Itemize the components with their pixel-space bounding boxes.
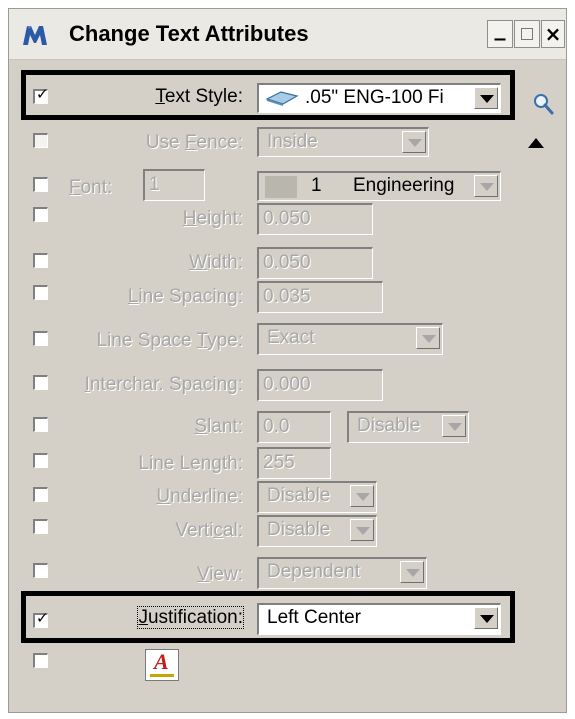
minimize-button[interactable]: _ — [487, 18, 513, 48]
chevron-down-icon[interactable] — [350, 485, 374, 507]
maximize-button[interactable] — [514, 20, 540, 48]
font-label: Font: — [69, 177, 113, 198]
slant-mode-value: Disable — [357, 415, 421, 436]
height-label: Height: — [182, 208, 243, 229]
chevron-down-icon[interactable] — [416, 327, 440, 349]
minimize-icon: _ — [494, 16, 506, 41]
maximize-icon — [521, 28, 533, 40]
use-fence-label: Use Fence: — [145, 132, 243, 153]
vertical-checkbox[interactable] — [33, 519, 48, 534]
use-fence-value: Inside — [267, 131, 318, 152]
width-label: Width: — [189, 252, 243, 273]
slant-label: Slant: — [194, 416, 243, 437]
view-label: View: — [196, 564, 243, 585]
line-space-type-select[interactable]: Exact — [257, 323, 443, 355]
view-value: Dependent — [267, 561, 360, 582]
underline-value: Disable — [267, 485, 331, 506]
change-text-attributes-window: Change Text Attributes _ × ✓ Text Style:… — [8, 8, 567, 713]
width-checkbox[interactable] — [33, 253, 48, 268]
line-space-type-value: Exact — [267, 327, 315, 348]
line-length-label: Line Length: — [138, 453, 243, 474]
chevron-down-icon[interactable] — [402, 131, 426, 153]
microstation-icon — [23, 26, 47, 45]
justification-highlight-frame — [21, 591, 515, 643]
vertical-value: Disable — [267, 519, 331, 540]
chevron-down-icon[interactable] — [442, 415, 466, 437]
font-face-name: Engineering — [353, 175, 455, 196]
triangle-up-icon[interactable] — [527, 137, 545, 149]
vertical-label: Vertical: — [175, 520, 243, 541]
use-fence-checkbox[interactable] — [33, 133, 48, 148]
slant-mode-select[interactable]: Disable — [347, 411, 469, 443]
close-icon: × — [544, 22, 562, 46]
underline-checkbox[interactable] — [33, 487, 48, 502]
interchar-spacing-field[interactable]: 0.000 — [257, 369, 383, 401]
line-spacing-field[interactable]: 0.035 — [257, 281, 383, 313]
height-checkbox[interactable] — [33, 207, 48, 222]
text-attributes-icon[interactable]: A — [145, 649, 179, 681]
use-fence-select[interactable]: Inside — [257, 127, 429, 157]
font-face-number: 1 — [311, 175, 322, 196]
magnifier-icon[interactable] — [533, 93, 555, 117]
view-checkbox[interactable] — [33, 563, 48, 578]
height-field[interactable]: 0.050 — [257, 203, 373, 235]
text-style-highlight-frame — [21, 70, 515, 120]
title-bar[interactable]: Change Text Attributes _ × — [9, 9, 566, 60]
line-length-checkbox[interactable] — [33, 453, 48, 468]
close-button[interactable]: × — [541, 20, 565, 48]
line-space-type-checkbox[interactable] — [33, 331, 48, 346]
vertical-select[interactable]: Disable — [257, 515, 377, 547]
line-length-field[interactable]: 255 — [257, 447, 331, 479]
underline-label: Underline: — [156, 486, 243, 507]
interchar-spacing-label: Interchar. Spacing: — [84, 374, 243, 395]
line-spacing-checkbox[interactable] — [33, 285, 48, 300]
font-select[interactable]: 1 Engineering — [257, 171, 501, 201]
line-space-type-label: Line Space Type: — [96, 330, 244, 351]
font-number-field[interactable]: 1 — [143, 169, 205, 201]
font-checkbox[interactable] — [33, 177, 48, 192]
width-field[interactable]: 0.050 — [257, 247, 373, 279]
underline-select[interactable]: Disable — [257, 481, 377, 513]
slant-field[interactable]: 0.0 — [257, 411, 331, 443]
slant-checkbox[interactable] — [33, 417, 48, 432]
interchar-spacing-checkbox[interactable] — [33, 375, 48, 390]
window-title: Change Text Attributes — [69, 21, 309, 46]
chevron-down-icon[interactable] — [350, 519, 374, 541]
font-icon — [265, 176, 297, 198]
text-attributes-checkbox[interactable] — [33, 653, 48, 668]
chevron-down-icon[interactable] — [400, 561, 424, 583]
view-select[interactable]: Dependent — [257, 557, 427, 589]
chevron-down-icon[interactable] — [474, 175, 498, 197]
line-spacing-label: Line Spacing: — [127, 286, 243, 307]
